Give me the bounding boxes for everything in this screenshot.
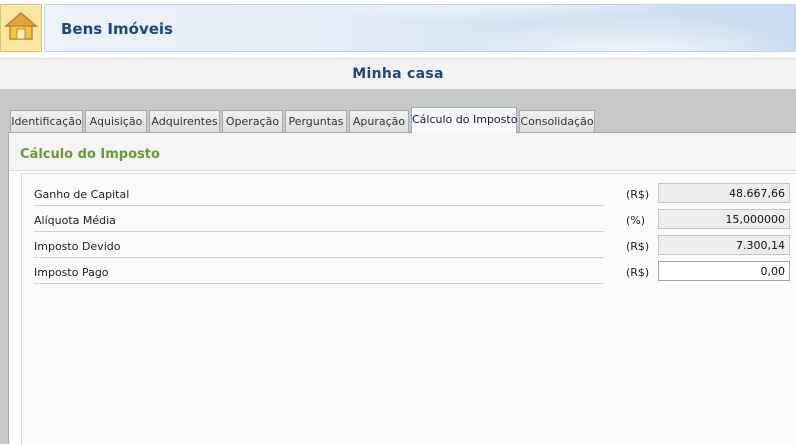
ganho-de-capital-unit: (R$) — [626, 188, 650, 201]
tab-adquirentes[interactable]: Adquirentes — [149, 110, 220, 132]
form-row: Imposto Devido (R$) 7.300,14 — [22, 235, 796, 261]
section-header: Cálculo do Imposto — [9, 133, 796, 171]
home-button[interactable] — [0, 4, 42, 52]
section-title: Cálculo do Imposto — [20, 147, 160, 162]
aliquota-media-unit: (%) — [626, 214, 646, 227]
imposto-pago-unit: (R$) — [626, 266, 650, 279]
tab-perguntas[interactable]: Perguntas — [285, 110, 347, 132]
home-icon — [3, 11, 39, 45]
form-row: Ganho de Capital (R$) 48.667,66 — [22, 183, 796, 209]
tab-identificacao[interactable]: Identificação — [10, 110, 83, 132]
aliquota-media-value: 15,000000 — [658, 209, 790, 229]
tab-content-panel: Cálculo do Imposto Ganho de Capital (R$)… — [8, 132, 796, 445]
tax-calculation-form: Ganho de Capital (R$) 48.667,66 Alíquota… — [21, 173, 796, 445]
page-title: Bens Imóveis — [61, 20, 173, 38]
tab-operacao[interactable]: Operação — [222, 110, 283, 132]
imposto-pago-input[interactable]: 0,00 — [658, 261, 790, 281]
tab-calculo-do-imposto[interactable]: Cálculo do Imposto — [411, 107, 517, 133]
imposto-devido-label: Imposto Devido — [34, 240, 604, 258]
ganho-de-capital-value: 48.667,66 — [658, 183, 790, 203]
imposto-devido-value: 7.300,14 — [658, 235, 790, 255]
imposto-pago-label: Imposto Pago — [34, 266, 604, 284]
title-bar: Bens Imóveis — [44, 4, 796, 52]
aliquota-media-label: Alíquota Média — [34, 214, 604, 232]
form-row: Imposto Pago (R$) 0,00 — [22, 261, 796, 287]
app-header: Bens Imóveis — [0, 0, 796, 56]
tab-apuracao[interactable]: Apuração — [349, 110, 409, 132]
record-title: Minha casa — [352, 66, 444, 82]
tab-consolidacao[interactable]: Consolidação — [519, 110, 595, 132]
form-row: Alíquota Média (%) 15,000000 — [22, 209, 796, 235]
tab-aquisicao[interactable]: Aquisição — [85, 110, 147, 132]
ganho-de-capital-label: Ganho de Capital — [34, 188, 604, 206]
record-title-bar: Minha casa — [0, 58, 796, 89]
imposto-devido-unit: (R$) — [626, 240, 650, 253]
